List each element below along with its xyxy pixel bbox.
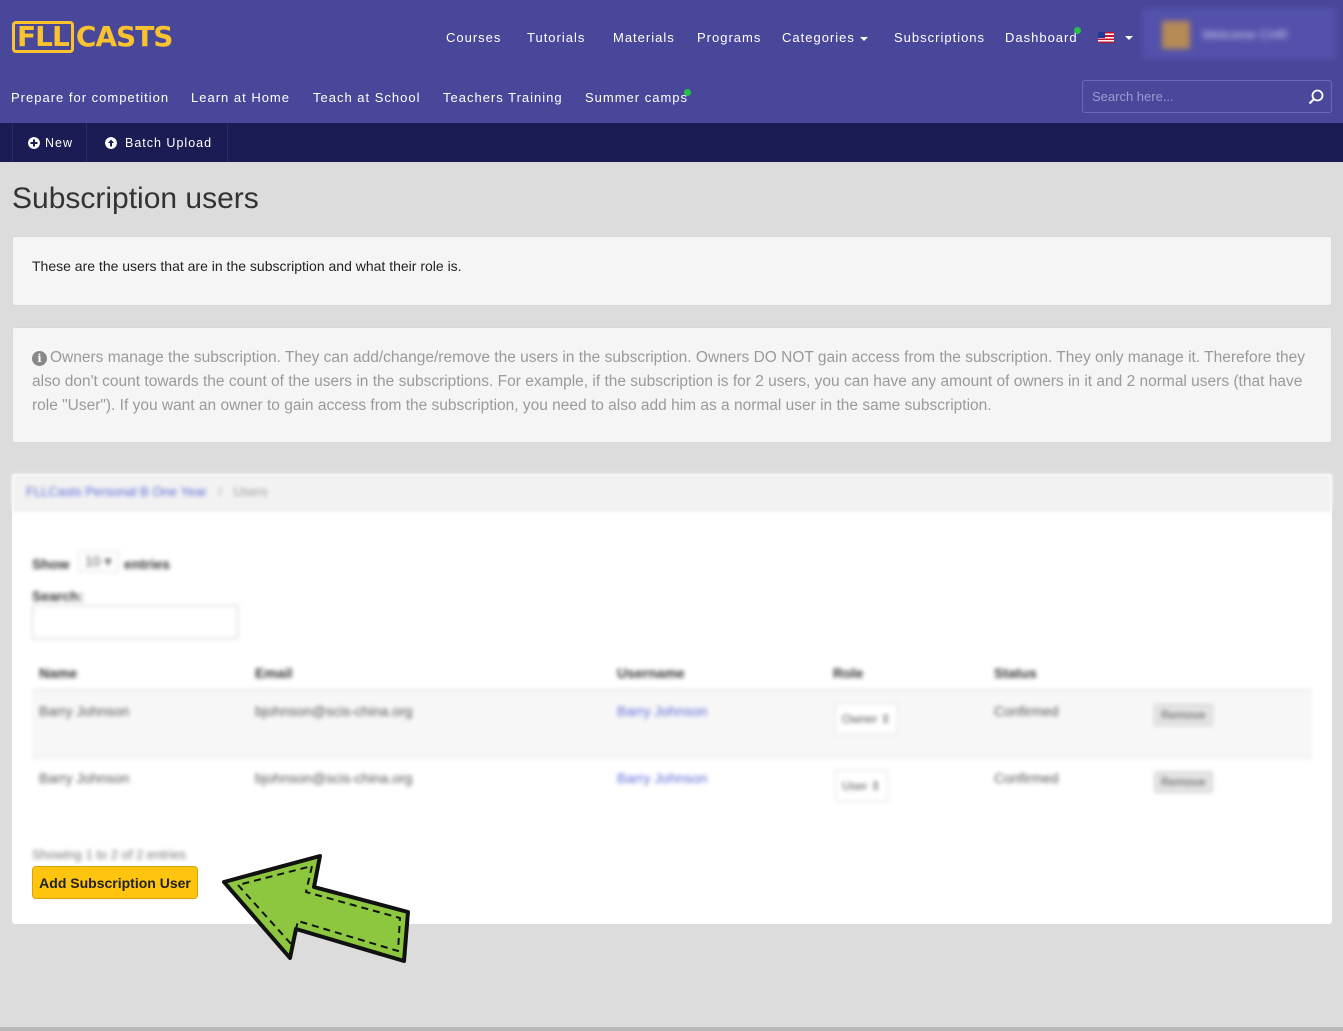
search-icon[interactable] <box>1308 89 1324 105</box>
top-navbar: FLL CASTS Courses Tutorials Materials Pro… <box>0 0 1343 123</box>
info-panel: i Owners manage the subscription. They ca… <box>12 327 1332 443</box>
row-1-name: Barry Johnson <box>39 703 130 719</box>
subscription-users-card: FLLCasts Personal B One Year / Users Sho… <box>12 474 1332 924</box>
summer-camps-notification-dot <box>684 89 691 96</box>
info-icon: i <box>32 351 47 366</box>
col-header-status[interactable]: Status <box>994 665 1037 681</box>
row-2-role-select[interactable]: User ⇕ <box>835 770 888 802</box>
nav-categories[interactable]: Categories <box>782 30 868 45</box>
entries-label: entries <box>124 556 170 572</box>
plus-circle-icon <box>28 136 40 149</box>
site-search <box>1082 80 1332 113</box>
action-bar: New Batch Upload <box>0 123 1343 162</box>
col-header-role[interactable]: Role <box>833 665 863 681</box>
us-flag-icon[interactable] <box>1098 32 1114 43</box>
row-2-role-value: User <box>842 779 868 793</box>
pointing-arrow-icon <box>222 854 410 963</box>
intro-text: These are the users that are in the subs… <box>32 258 462 274</box>
nav-programs[interactable]: Programs <box>697 30 761 45</box>
nav-dashboard[interactable]: Dashboard <box>1005 30 1078 45</box>
batch-upload-button[interactable]: Batch Upload <box>86 123 229 162</box>
row-2-name: Barry Johnson <box>39 770 130 786</box>
footer-strip <box>0 1027 1343 1031</box>
row-1-status: Confirmed <box>994 703 1059 719</box>
nav-summer-camps[interactable]: Summer camps <box>585 90 688 105</box>
col-header-name[interactable]: Name <box>39 665 77 681</box>
nav-teachers-training[interactable]: Teachers Training <box>443 90 563 105</box>
table-row <box>32 757 1312 825</box>
row-1-role-value: Owner <box>842 712 878 726</box>
nav-subscriptions[interactable]: Subscriptions <box>894 30 985 45</box>
entries-value: 10 <box>85 553 101 569</box>
row-1-role-select[interactable]: Owner ⇕ <box>835 703 898 735</box>
page-title: Subscription users <box>12 182 259 215</box>
row-2-username-link[interactable]: Barry Johnson <box>617 770 707 786</box>
new-button-label: New <box>45 135 74 150</box>
chevron-down-icon <box>859 36 868 41</box>
upload-circle-icon <box>105 136 117 149</box>
user-name: Welcome CHR <box>1202 27 1288 42</box>
row-2-remove-button[interactable]: Remove <box>1154 771 1213 793</box>
entries-select[interactable]: 10 ▾ <box>78 551 119 572</box>
info-text: Owners manage the subscription. They can… <box>32 349 1305 414</box>
dashboard-notification-dot <box>1074 27 1081 34</box>
table-info: Showing 1 to 2 of 2 entries <box>32 847 186 862</box>
add-subscription-user-button[interactable]: Add Subscription User <box>32 866 198 899</box>
table-row <box>32 689 1312 757</box>
nav-courses[interactable]: Courses <box>446 30 501 45</box>
nav-materials[interactable]: Materials <box>613 30 675 45</box>
row-1-remove-button[interactable]: Remove <box>1154 704 1213 726</box>
users-table-area: Show 10 ▾ entries Search: Name Email Use… <box>12 511 1332 862</box>
row-1-email: bjohnson@scis-china.org <box>255 703 413 719</box>
nav-categories-label: Categories <box>782 30 855 45</box>
breadcrumb-subscription-link[interactable]: FLLCasts Personal B One Year <box>26 484 207 499</box>
row-2-email: bjohnson@scis-china.org <box>255 770 413 786</box>
search-input[interactable] <box>1083 81 1298 112</box>
language-chevron-down-icon[interactable] <box>1125 36 1133 40</box>
new-button[interactable]: New <box>12 123 88 162</box>
intro-panel: These are the users that are in the subs… <box>12 236 1332 306</box>
breadcrumb-separator: / <box>218 484 222 499</box>
col-header-username[interactable]: Username <box>617 665 685 681</box>
nav-prepare-competition[interactable]: Prepare for competition <box>11 90 169 105</box>
user-menu[interactable]: Welcome CHR <box>1142 8 1336 60</box>
nav-tutorials[interactable]: Tutorials <box>527 30 585 45</box>
nav-learn-at-home[interactable]: Learn at Home <box>191 90 290 105</box>
table-search-input[interactable] <box>32 605 238 639</box>
row-2-status: Confirmed <box>994 770 1059 786</box>
col-header-email[interactable]: Email <box>255 665 292 681</box>
breadcrumb: FLLCasts Personal B One Year / Users <box>12 474 1332 511</box>
batch-upload-label: Batch Upload <box>125 135 213 150</box>
table-search-label: Search: <box>32 588 84 604</box>
avatar <box>1162 21 1190 49</box>
row-1-username-link[interactable]: Barry Johnson <box>617 703 707 719</box>
breadcrumb-current: Users <box>233 484 268 499</box>
show-label: Show <box>32 556 70 572</box>
nav-teach-at-school[interactable]: Teach at School <box>313 90 421 105</box>
